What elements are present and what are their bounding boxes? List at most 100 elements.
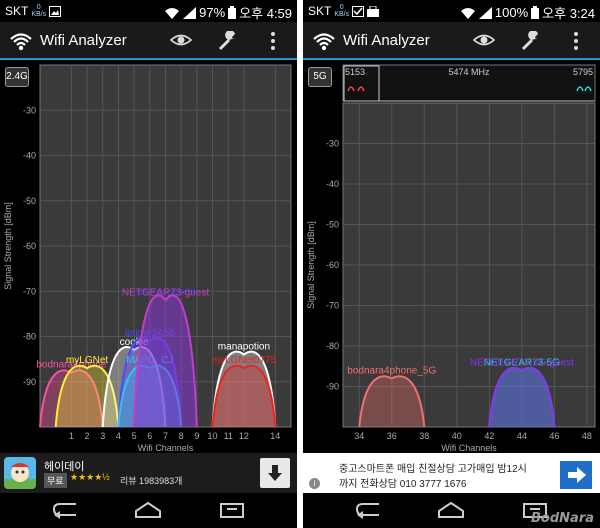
- x-tick-label: 48: [582, 431, 592, 441]
- x-tick-label: 8: [179, 431, 184, 441]
- carrier-label: SKT: [5, 4, 29, 18]
- y-axis-label: Signal Strength [dBm]: [306, 221, 316, 309]
- app-action-bar: Wifi Analyzer: [303, 22, 600, 60]
- x-tick-label: 42: [484, 431, 494, 441]
- y-axis-label: Signal Strength [dBm]: [3, 202, 13, 290]
- x-axis-label: Wifi Channels: [441, 443, 497, 451]
- menu-button-icon[interactable]: [218, 501, 246, 519]
- x-tick-label: 2: [85, 431, 90, 441]
- x-tick-label: 12: [239, 431, 249, 441]
- clock: 오후 4:59: [239, 6, 292, 21]
- x-tick-label: 5: [132, 431, 137, 441]
- eye-view-icon[interactable]: [473, 31, 495, 49]
- network-name-label: myLGNet0775: [212, 355, 277, 366]
- channel-graph-2g: -30-40-50-60-70-80-901 2 3 4 5 6 7 8 9 10 11 12 14Wi…: [3, 64, 292, 453]
- y-tick-label: -40: [326, 179, 339, 189]
- band-toggle-button[interactable]: 5G: [308, 67, 332, 87]
- y-tick-label: -50: [326, 220, 339, 230]
- x-tick-label: 1: [69, 431, 74, 441]
- x-tick-label: 44: [517, 431, 527, 441]
- data-speed-indicator: 0 KB/s: [334, 4, 350, 18]
- signal-graph-area: -30 -40 -50 -60 -70 -80 -90 1 2 3 4 5 6 7 8 9 10 11 12 14 Wi…: [0, 61, 297, 453]
- navigation-bar: [0, 493, 297, 528]
- wrench-tools-icon[interactable]: [217, 31, 239, 51]
- ad-review-count: 리뷰 1983983개: [120, 476, 183, 486]
- data-speed-indicator: 0 KB/s: [31, 4, 47, 18]
- battery-percent: 100%: [494, 5, 529, 20]
- overflow-menu-icon[interactable]: [270, 31, 276, 51]
- clock: 오후 3:24: [542, 6, 595, 21]
- x-tick-label: 38: [419, 431, 429, 441]
- x-tick-label: 36: [387, 431, 397, 441]
- wifi-analyzer-logo-icon: [313, 33, 335, 51]
- home-button-icon[interactable]: [437, 501, 465, 519]
- y-tick-label: -90: [23, 377, 36, 387]
- status-bar: SKT 0 KB/s 100% 오후 3:24: [303, 0, 600, 22]
- check-notification-icon: [352, 5, 365, 17]
- ad-text-line-2: 까지 전화상담 010 3777 1676: [339, 479, 467, 490]
- y-tick-label: -60: [326, 260, 339, 270]
- download-arrow-icon: [268, 465, 282, 481]
- x-tick-label: 34: [354, 431, 364, 441]
- wrench-tools-icon[interactable]: [520, 31, 542, 51]
- channel-graph-5g: 5153 5474 MHz 5795 -30 -40 -50 -60 -70 -80 -90 34 3…: [306, 64, 596, 453]
- y-tick-label: -50: [23, 196, 36, 206]
- wifi-status-icon: [460, 7, 475, 19]
- app-title: Wifi Analyzer: [343, 32, 430, 49]
- y-tick-label: -80: [326, 341, 339, 351]
- app-title: Wifi Analyzer: [40, 32, 127, 49]
- left-phone-screen: SKT 0 KB/s 97% 오후 4:59 Wifi Analyzer -30 -…: [0, 0, 297, 528]
- back-button-icon[interactable]: [355, 501, 383, 519]
- x-tick-label: 10: [208, 431, 218, 441]
- x-tick-label: 7: [163, 431, 168, 441]
- home-button-icon[interactable]: [134, 501, 162, 519]
- ad-go-button[interactable]: [560, 461, 592, 489]
- overview-left-frequency: 5153: [345, 67, 365, 77]
- ad-app-icon: [4, 457, 36, 489]
- network-name-label: myLGNet: [66, 355, 108, 366]
- app-action-bar: Wifi Analyzer: [0, 22, 297, 60]
- ad-download-button[interactable]: [260, 458, 290, 488]
- battery-icon: [531, 6, 540, 19]
- y-tick-label: -30: [326, 139, 339, 149]
- y-tick-label: -30: [23, 105, 36, 115]
- status-bar: SKT 0 KB/s 97% 오후 4:59: [0, 0, 297, 22]
- network-name-label: NETGEAR73-guest: [122, 287, 209, 298]
- battery-percent: 97%: [199, 5, 226, 20]
- ad-banner[interactable]: 중고스마트폰 매입 친절상담 고가매입 밤12시 까지 전화상담 010 377…: [303, 453, 600, 493]
- network-name-label: manapotion: [218, 342, 270, 353]
- back-button-icon[interactable]: [52, 501, 80, 519]
- ad-rating-stars: ★★★★½: [70, 472, 110, 482]
- watermark-logo: BodNara: [531, 511, 594, 526]
- ad-banner[interactable]: 헤이데이 무료 ★★★★½ 리뷰 1983983개: [0, 453, 297, 493]
- ad-text-line-1: 중고스마트폰 매입 친절상담 고가매입 밤12시: [339, 464, 527, 475]
- x-tick-label: 14: [270, 431, 280, 441]
- signal-graph-area: 5153 5474 MHz 5795 -30 -40 -50 -60 -70 -80 -90 34 3…: [303, 61, 600, 453]
- x-tick-label: 4: [116, 431, 121, 441]
- x-tick-label: 9: [194, 431, 199, 441]
- network-name-label: bodnara4phone_5G: [347, 365, 436, 376]
- y-tick-label: -40: [23, 151, 36, 161]
- carrier-label: SKT: [308, 4, 332, 18]
- battery-icon: [228, 6, 237, 19]
- right-phone-screen: SKT 0 KB/s 100% 오후 3:24 Wifi Analyzer 515…: [303, 0, 600, 528]
- signal-strength-icon: [478, 6, 492, 19]
- overview-center-frequency: 5474 MHz: [448, 67, 490, 77]
- y-tick-label: -90: [326, 382, 339, 392]
- y-tick-label: -60: [23, 241, 36, 251]
- eye-view-icon[interactable]: [170, 31, 192, 49]
- bag-notification-icon: [367, 5, 380, 17]
- ad-info-icon[interactable]: i: [309, 478, 320, 489]
- wifi-analyzer-logo-icon: [10, 33, 32, 51]
- band-toggle-button[interactable]: 2.4G: [5, 67, 29, 87]
- right-arrow-icon: [568, 467, 586, 483]
- ad-free-badge: 무료: [44, 473, 67, 488]
- y-tick-label: -70: [326, 301, 339, 311]
- x-tick-label: 46: [549, 431, 559, 441]
- overview-right-frequency: 5795: [573, 67, 593, 77]
- overflow-menu-icon[interactable]: [573, 31, 579, 51]
- signal-strength-icon: [183, 6, 197, 19]
- y-tick-label: -70: [23, 286, 36, 296]
- x-tick-label: 11: [224, 431, 233, 441]
- game-character-icon: [4, 463, 36, 489]
